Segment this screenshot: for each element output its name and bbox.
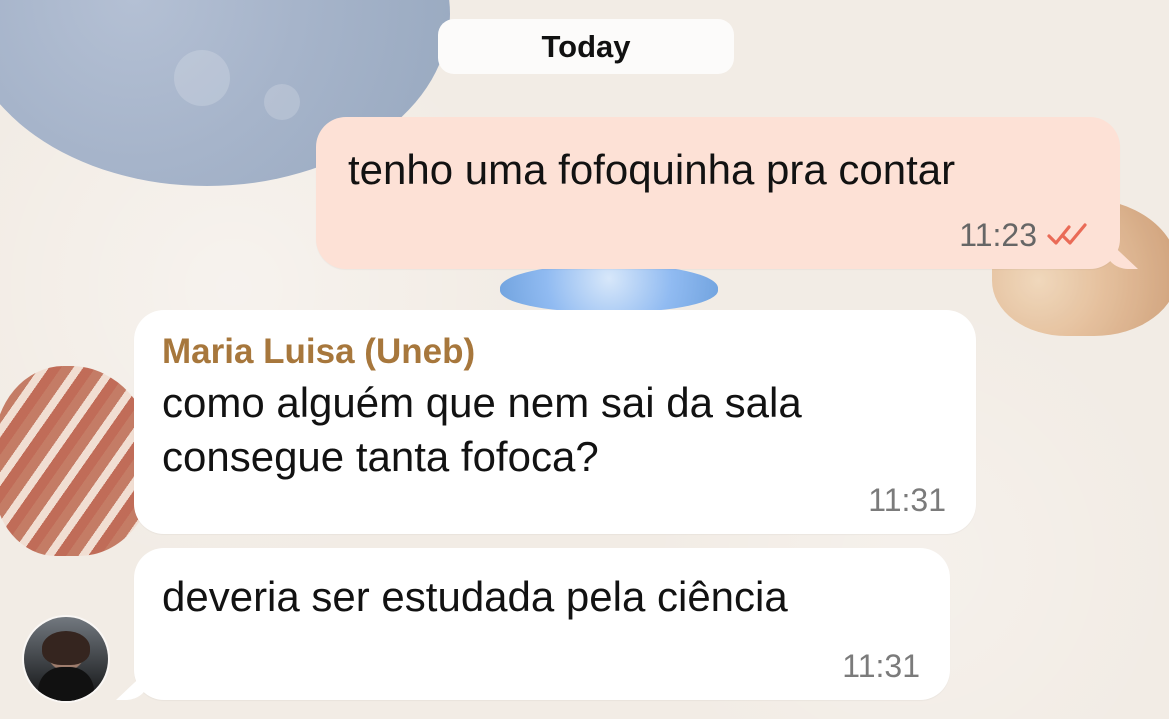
message-time: 11:31 — [868, 482, 946, 518]
message-time: 11:23 — [959, 217, 1037, 253]
message-text: como alguém que nem sai da sala consegue… — [162, 378, 802, 480]
message-text: tenho uma fofoquinha pra contar — [348, 146, 956, 193]
message-text: deveria ser estudada pela ciência — [162, 573, 788, 620]
incoming-message-bubble[interactable]: Maria Luisa (Uneb) como alguém que nem s… — [134, 310, 976, 534]
flower-illustration — [500, 264, 718, 312]
date-label: Today — [541, 28, 631, 64]
double-check-icon — [1045, 221, 1090, 249]
date-separator: Today — [438, 19, 734, 74]
avatar[interactable] — [24, 617, 108, 701]
message-meta: 11:23 — [959, 219, 1090, 251]
sender-name[interactable]: Maria Luisa (Uneb) — [162, 330, 948, 374]
outgoing-message-bubble[interactable]: tenho uma fofoquinha pra contar 11:23 — [316, 117, 1120, 269]
message-time: 11:31 — [842, 648, 920, 684]
shell-illustration-left — [0, 366, 156, 556]
incoming-message-bubble[interactable]: deveria ser estudada pela ciência 11:31 — [134, 548, 950, 700]
